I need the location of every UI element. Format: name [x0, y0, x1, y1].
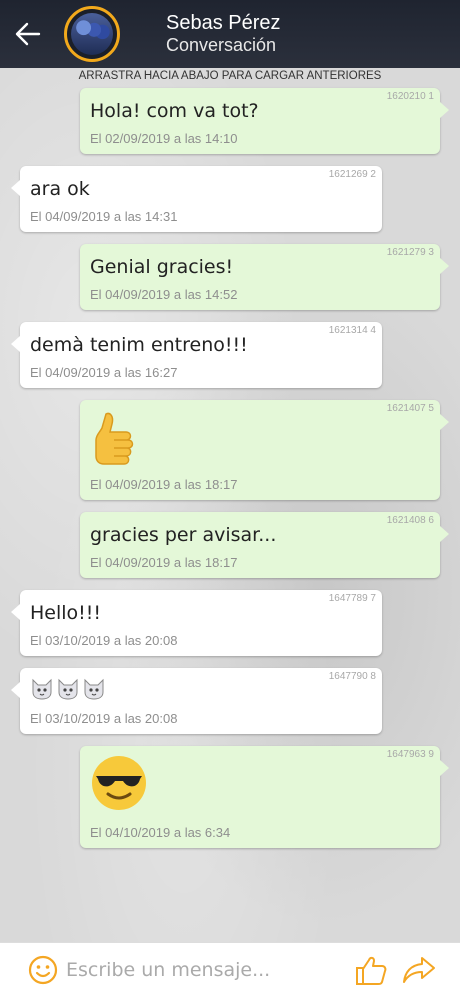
message-text: Hello!!! — [30, 602, 102, 624]
cat-face-emoji — [32, 678, 52, 700]
message-bubble[interactable]: 1621407 5 El 04/09/2019 a las 18:17 — [80, 400, 449, 500]
back-arrow-icon — [15, 22, 41, 46]
contact-subtitle: Conversación — [166, 35, 277, 56]
message-text: Hola! com va tot? — [90, 100, 259, 122]
message-date: El 04/10/2019 a las 6:34 — [90, 825, 231, 840]
message-date: El 03/10/2019 a las 20:08 — [30, 633, 178, 648]
message-id: 1621408 6 — [386, 515, 434, 526]
back-button[interactable] — [0, 0, 56, 68]
message-id: 1647789 7 — [328, 593, 376, 604]
chat-header: Sebas Pérez Conversación — [0, 0, 460, 68]
message-bubble[interactable]: 1647963 9 El 04/10/2019 a las 6:34 — [80, 746, 449, 848]
avatar[interactable] — [64, 6, 120, 62]
message-id: 1621269 2 — [328, 169, 376, 180]
contact-name: Sebas Pérez — [166, 12, 281, 35]
avatar-photo — [71, 13, 113, 55]
thumbs-up-emoji — [95, 412, 134, 465]
message-date: El 04/09/2019 a las 14:31 — [30, 209, 178, 224]
message-bubble[interactable]: 1647789 7 Hello!!! El 03/10/2019 a las 2… — [11, 590, 382, 656]
load-older-hint: ARRASTRA HACIA ABAJO PARA CARGAR ANTERIO… — [78, 70, 382, 82]
contact-title: Sebas Pérez Conversación — [166, 11, 281, 57]
message-text: ara ok — [30, 178, 90, 200]
message-id: 1647790 8 — [328, 671, 376, 682]
cat-face-emoji — [84, 678, 104, 700]
message-id: 1621407 5 — [386, 403, 434, 414]
message-date: El 04/09/2019 a las 18:17 — [90, 477, 238, 492]
conversation-area[interactable]: ARRASTRA HACIA ABAJO PARA CARGAR ANTERIO… — [0, 68, 460, 942]
message-input[interactable] — [66, 951, 346, 988]
message-text: gracies per avisar... — [90, 524, 277, 546]
message-bubble[interactable]: 1621269 2 ara ok El 04/09/2019 a las 14:… — [11, 166, 382, 232]
message-text: demà tenim entreno!!! — [30, 334, 248, 356]
message-bubble[interactable]: 1620210 1 Hola! com va tot? El 02/09/201… — [80, 88, 449, 154]
cat-face-emoji — [58, 678, 78, 700]
message-bubble[interactable]: 1647790 8 El 03/10/2019 a las 20:08 — [11, 668, 382, 734]
message-id: 1647963 9 — [386, 749, 434, 760]
message-bubble[interactable]: 1621279 3 Genial gracies! El 04/09/2019 … — [80, 244, 449, 310]
smiley-icon[interactable] — [28, 955, 58, 985]
message-bubble[interactable]: 1621408 6 gracies per avisar... El 04/09… — [80, 512, 449, 578]
message-text: Genial gracies! — [90, 256, 234, 278]
message-date: El 02/09/2019 a las 14:10 — [90, 131, 238, 146]
cat-emoji-row — [30, 678, 106, 700]
sunglasses-emoji — [92, 756, 146, 810]
message-bubble[interactable]: 1621314 4 demà tenim entreno!!! El 04/09… — [11, 322, 382, 388]
message-date: El 03/10/2019 a las 20:08 — [30, 711, 178, 726]
message-id: 1620210 1 — [386, 91, 434, 102]
message-composer — [0, 942, 460, 996]
message-date: El 04/09/2019 a las 16:27 — [30, 365, 178, 380]
message-date: El 04/09/2019 a las 14:52 — [90, 287, 238, 302]
message-date: El 04/09/2019 a las 18:17 — [90, 555, 238, 570]
share-arrow-icon[interactable] — [402, 955, 436, 985]
message-id: 1621279 3 — [386, 247, 434, 258]
thumbs-up-icon[interactable] — [354, 954, 388, 986]
message-id: 1621314 4 — [328, 325, 376, 336]
